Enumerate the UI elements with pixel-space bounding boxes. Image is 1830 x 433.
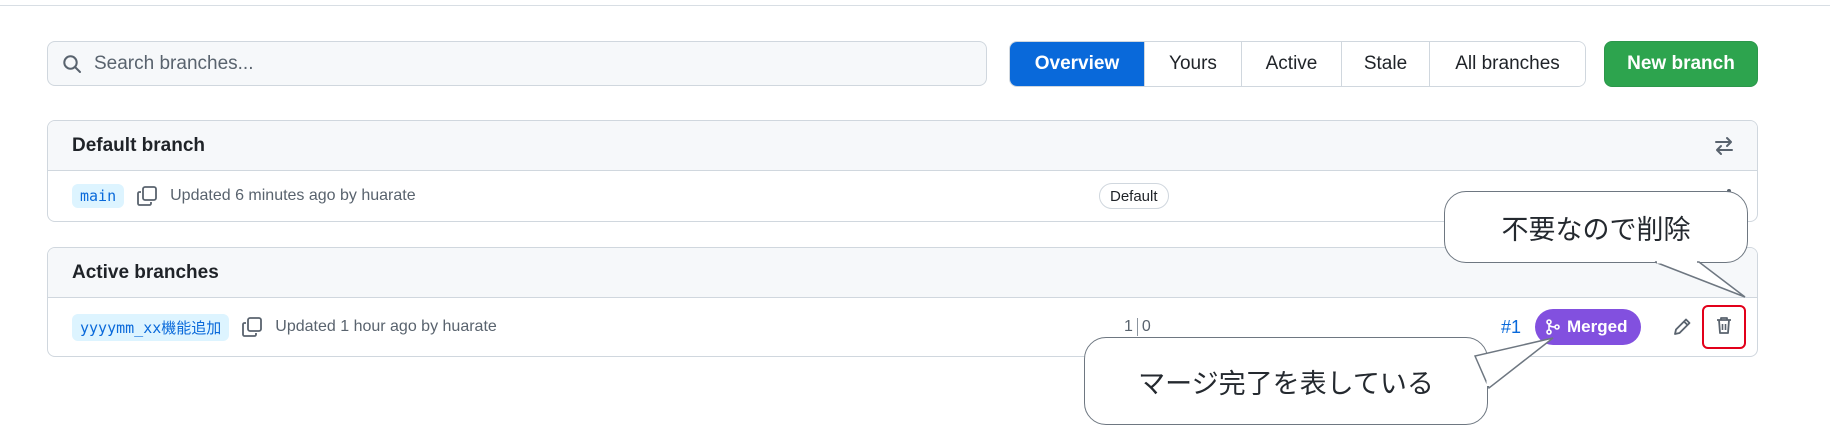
behind-count: 0	[1141, 318, 1151, 335]
copy-icon[interactable]	[241, 316, 263, 338]
updated-text: Updated 6 minutes ago by huarate	[170, 187, 416, 204]
updated-text: Updated 1 hour ago by huarate	[275, 318, 497, 335]
ahead-behind-count: 1 0	[1124, 318, 1151, 336]
default-branch-header: Default branch	[48, 121, 1757, 171]
search-box[interactable]	[47, 41, 987, 86]
search-input[interactable]	[94, 52, 954, 75]
new-branch-button[interactable]: New branch	[1604, 41, 1758, 87]
delete-branch-button[interactable]	[1702, 305, 1746, 349]
top-divider	[0, 5, 1830, 6]
switch-arrows-icon[interactable]	[1713, 135, 1735, 157]
section-title: Active branches	[72, 261, 219, 283]
default-badge: Default	[1099, 183, 1169, 209]
pencil-icon[interactable]	[1671, 316, 1693, 338]
pull-request-link[interactable]: #1	[1501, 317, 1521, 338]
ahead-behind-divider	[1136, 318, 1138, 336]
callout-tail	[1654, 260, 1746, 298]
callout-tail	[1473, 337, 1554, 390]
tab-all-branches[interactable]: All branches	[1429, 42, 1585, 86]
delete-callout: 不要なので削除	[1444, 191, 1748, 298]
tab-active[interactable]: Active	[1241, 42, 1341, 86]
ahead-count: 1	[1124, 318, 1133, 335]
branch-filter-tabs: Overview Yours Active Stale All branches	[1009, 41, 1586, 87]
section-title: Default branch	[72, 134, 206, 156]
branch-name-link[interactable]: yyyymm_xx機能追加	[72, 313, 230, 341]
tab-yours[interactable]: Yours	[1144, 42, 1241, 86]
merged-callout: マージ完了を表している	[1084, 337, 1554, 425]
git-merge-icon	[1545, 318, 1563, 336]
search-icon	[62, 53, 84, 75]
copy-icon[interactable]	[136, 185, 158, 207]
tab-stale[interactable]: Stale	[1341, 42, 1429, 86]
merged-status-label: Merged	[1567, 317, 1628, 336]
tab-overview[interactable]: Overview	[1010, 42, 1144, 86]
trash-icon	[1713, 314, 1735, 341]
branch-name-link[interactable]: main	[72, 184, 125, 208]
branch-row: yyyymm_xx機能追加 Updated 1 hour ago by huar…	[48, 298, 1757, 356]
